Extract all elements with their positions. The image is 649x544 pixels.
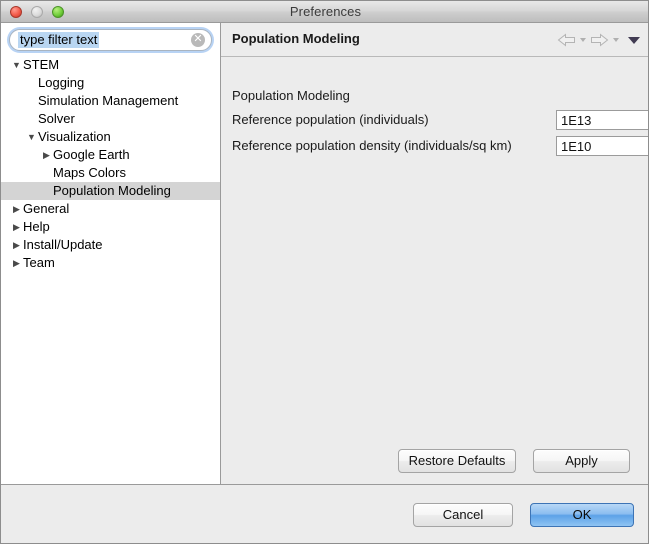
- back-history-caret-icon[interactable]: [579, 33, 587, 47]
- tree-item-label: Team: [23, 255, 55, 270]
- apply-button[interactable]: Apply: [533, 449, 630, 473]
- expand-triangle-icon[interactable]: [10, 218, 23, 236]
- page-title: Population Modeling: [232, 31, 360, 46]
- tree-item-label: General: [23, 201, 70, 216]
- reference-population-density-row: Reference population density (individual…: [232, 136, 648, 156]
- tree-item-help[interactable]: Help: [1, 218, 220, 236]
- filter-field-wrapper: type filter text ✕: [9, 29, 212, 51]
- tree-item-visualization[interactable]: Visualization: [1, 128, 220, 146]
- cancel-button[interactable]: Cancel: [413, 503, 513, 527]
- ok-button[interactable]: OK: [530, 503, 634, 527]
- tree-item-label: Google Earth: [53, 147, 130, 162]
- tree-item-team[interactable]: Team: [1, 254, 220, 272]
- restore-defaults-button[interactable]: Restore Defaults: [398, 449, 516, 473]
- section-label: Population Modeling: [232, 88, 350, 103]
- tree-item-label: Visualization: [38, 129, 111, 144]
- navigation-controls: [557, 31, 641, 49]
- tree-item-label: Solver: [38, 111, 75, 126]
- reference-population-label: Reference population (individuals): [232, 112, 429, 127]
- expand-triangle-icon[interactable]: [10, 254, 23, 272]
- forward-arrow-icon[interactable]: [590, 33, 609, 47]
- preferences-tree[interactable]: STEM Logging Simulation Management Solver Vi…: [1, 56, 220, 481]
- tree-item-population-modeling[interactable]: Population Modeling: [1, 182, 220, 200]
- tree-item-label: Maps Colors: [53, 165, 126, 180]
- content-header: Population Modeling: [221, 23, 648, 57]
- dialog-button-bar: Cancel OK: [1, 484, 648, 543]
- reference-population-density-input[interactable]: [556, 136, 648, 156]
- chevron-down-icon[interactable]: [627, 33, 641, 47]
- preferences-window: Preferences type filter text ✕ STEM Loggi…: [0, 0, 649, 544]
- tree-item-label: Logging: [38, 75, 85, 90]
- tree-item-label: Simulation Management: [38, 93, 179, 108]
- expand-triangle-icon[interactable]: [10, 200, 23, 218]
- reference-population-density-label: Reference population density (individual…: [232, 138, 512, 153]
- tree-item-general[interactable]: General: [1, 200, 220, 218]
- tree-item-label: Population Modeling: [53, 183, 171, 198]
- tree-item-simulation-management[interactable]: Simulation Management: [1, 92, 220, 110]
- window-title: Preferences: [289, 4, 362, 19]
- tree-item-maps-colors[interactable]: Maps Colors: [1, 164, 220, 182]
- filter-input-value[interactable]: type filter text: [18, 32, 100, 48]
- preferences-content-panel: Population Modeling Population Modeling: [221, 23, 648, 484]
- expand-triangle-icon[interactable]: [40, 146, 53, 164]
- tree-item-install-update[interactable]: Install/Update: [1, 236, 220, 254]
- collapse-triangle-icon[interactable]: [25, 128, 38, 146]
- preferences-tree-panel: type filter text ✕ STEM Logging Simulation…: [1, 23, 221, 484]
- tree-item-solver[interactable]: Solver: [1, 110, 220, 128]
- expand-triangle-icon[interactable]: [10, 236, 23, 254]
- tree-item-logging[interactable]: Logging: [1, 74, 220, 92]
- window-titlebar: Preferences: [1, 1, 648, 23]
- collapse-triangle-icon[interactable]: [10, 56, 23, 74]
- clear-icon[interactable]: ✕: [191, 33, 205, 47]
- tree-item-label: Install/Update: [23, 237, 103, 252]
- tree-item-stem[interactable]: STEM: [1, 56, 220, 74]
- tree-item-google-earth[interactable]: Google Earth: [1, 146, 220, 164]
- reference-population-input[interactable]: [556, 110, 648, 130]
- tree-item-label: STEM: [23, 57, 60, 72]
- forward-history-caret-icon[interactable]: [612, 33, 620, 47]
- reference-population-row: Reference population (individuals): [232, 110, 648, 130]
- back-arrow-icon[interactable]: [557, 33, 576, 47]
- tree-item-label: Help: [23, 219, 50, 234]
